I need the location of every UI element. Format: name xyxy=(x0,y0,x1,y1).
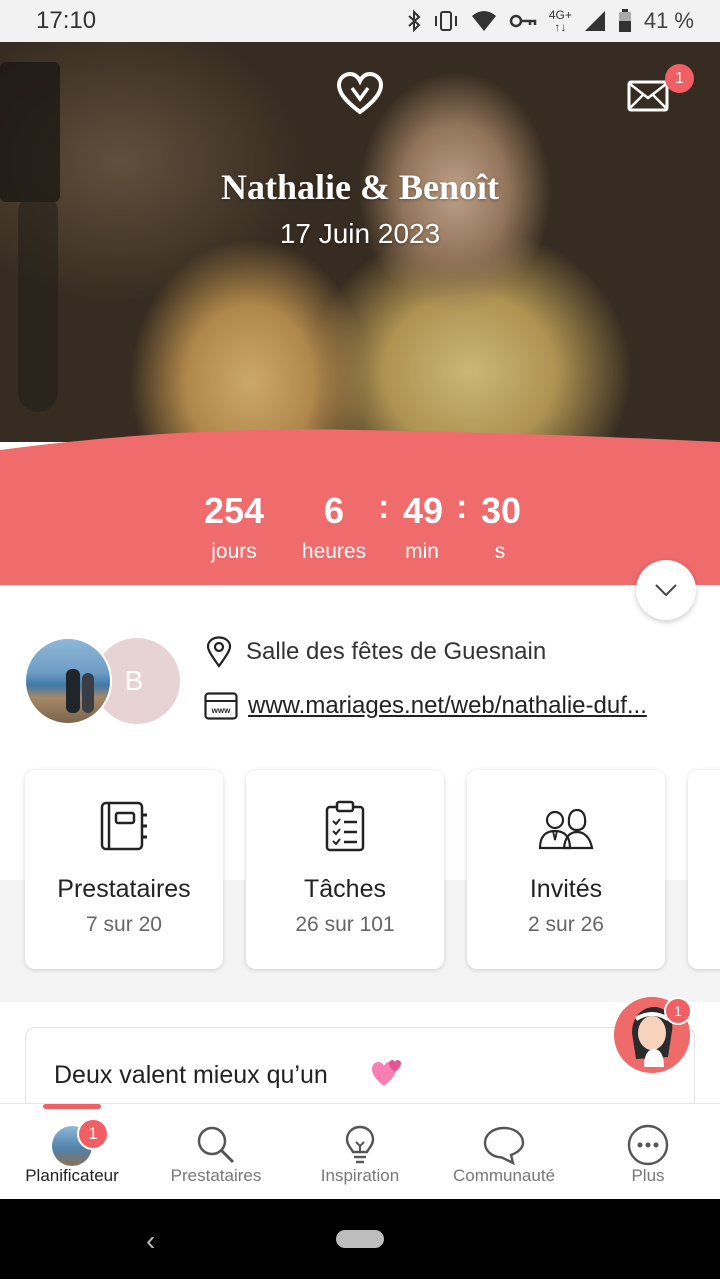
system-icons: 4G+ ↑↓ 41 % xyxy=(407,8,694,34)
guests-icon xyxy=(538,808,594,850)
location-pin-icon xyxy=(206,636,232,668)
countdown-hours-label: heures xyxy=(301,540,367,563)
card-tasks[interactable]: Tâches 26 sur 101 xyxy=(246,770,444,969)
lightbulb-icon xyxy=(345,1125,375,1164)
card-guests[interactable]: Invités 2 sur 26 xyxy=(467,770,665,969)
android-navigation-bar: ‹ xyxy=(0,1199,720,1279)
countdown-minutes: 49 xyxy=(402,490,444,531)
vibrate-icon xyxy=(434,11,457,31)
bottom-navigation: 1 Planificateur Prestataires Inspiration… xyxy=(0,1103,720,1199)
vpn-key-icon xyxy=(509,14,537,28)
status-bar: 17:10 4G+ ↑↓ 41 % xyxy=(0,0,720,42)
avatar-figure xyxy=(82,673,94,713)
network-type: 4G+ ↑↓ xyxy=(548,8,572,34)
status-time: 17:10 xyxy=(36,7,97,34)
wifi-icon xyxy=(471,11,496,31)
battery-icon xyxy=(618,9,631,32)
venue-row[interactable]: Salle des fêtes de Guesnain xyxy=(206,636,546,668)
network-label: 4G+ xyxy=(548,8,572,22)
battery-percent: 41 % xyxy=(643,8,694,33)
website-row[interactable]: www www.mariages.net/web/nathalie-duf... xyxy=(204,692,647,720)
search-icon xyxy=(197,1126,235,1164)
website-icon: www xyxy=(204,692,238,720)
more-dots-icon xyxy=(627,1124,669,1166)
countdown-hours: 6 xyxy=(323,490,345,531)
back-icon[interactable]: ‹ xyxy=(146,1225,155,1257)
countdown-days: 254 xyxy=(203,490,265,531)
nav-inspiration[interactable]: Inspiration xyxy=(288,1104,432,1200)
card-guests-title: Invités xyxy=(529,875,603,903)
messages-badge: 1 xyxy=(665,64,694,93)
home-pill-icon[interactable] xyxy=(336,1230,384,1248)
countdown-seconds-label: s xyxy=(494,540,506,563)
website-link[interactable]: www.mariages.net/web/nathalie-duf... xyxy=(248,692,647,720)
countdown-separator: : xyxy=(378,488,390,526)
nav-vendors-label: Prestataires xyxy=(170,1166,262,1185)
venue-name: Salle des fêtes de Guesnain xyxy=(246,638,547,665)
tip-title: Deux valent mieux qu’un xyxy=(54,1061,328,1089)
countdown-days-label: jours xyxy=(211,540,257,563)
card-tasks-title: Tâches xyxy=(304,875,386,903)
card-next-peek[interactable] xyxy=(688,770,720,969)
couple-avatar[interactable] xyxy=(24,637,112,725)
chat-bubble-icon xyxy=(483,1126,525,1166)
chevron-down-icon xyxy=(655,584,677,597)
nav-planner-label: Planificateur xyxy=(25,1166,119,1185)
avatar-figure xyxy=(66,669,80,713)
messages-envelope-icon[interactable] xyxy=(627,80,669,112)
assistant-badge: 1 xyxy=(664,997,692,1025)
planner-badge: 1 xyxy=(77,1118,109,1150)
countdown-seconds: 30 xyxy=(480,490,522,531)
card-vendors-title: Prestataires xyxy=(57,875,191,903)
heart-logo-icon xyxy=(336,72,384,115)
nav-community[interactable]: Communauté xyxy=(432,1104,576,1200)
nav-community-label: Communauté xyxy=(452,1166,556,1185)
card-guests-count: 2 sur 26 xyxy=(528,913,604,936)
card-vendors-count: 7 sur 20 xyxy=(86,913,162,936)
countdown-separator: : xyxy=(456,488,468,526)
expand-button[interactable] xyxy=(636,560,696,620)
wedding-date: 17 Juin 2023 xyxy=(279,218,441,249)
couple-names: Nathalie & Benoît xyxy=(221,167,499,207)
partner-initial: B xyxy=(124,665,144,696)
svg-text:www: www xyxy=(211,706,231,715)
vendors-notebook-icon xyxy=(100,801,147,851)
nav-vendors[interactable]: Prestataires xyxy=(144,1104,288,1200)
two-hearts-icon xyxy=(372,1060,401,1086)
nav-planner[interactable]: 1 Planificateur xyxy=(0,1104,144,1200)
checklist-icon xyxy=(325,800,365,852)
card-vendors[interactable]: Prestataires 7 sur 20 xyxy=(25,770,223,969)
nav-more-label: Plus xyxy=(631,1166,665,1185)
signal-icon xyxy=(584,11,605,31)
countdown-minutes-label: min xyxy=(405,540,439,563)
nav-more[interactable]: Plus xyxy=(576,1104,720,1200)
card-tasks-count: 26 sur 101 xyxy=(295,913,395,936)
cover-photo[interactable]: 1 Nathalie & Benoît 17 Juin 2023 xyxy=(0,42,720,442)
bluetooth-icon xyxy=(408,10,421,32)
nav-inspiration-label: Inspiration xyxy=(320,1166,400,1185)
countdown-banner: 254 jours 6 heures : 49 min : 30 s xyxy=(0,424,720,585)
